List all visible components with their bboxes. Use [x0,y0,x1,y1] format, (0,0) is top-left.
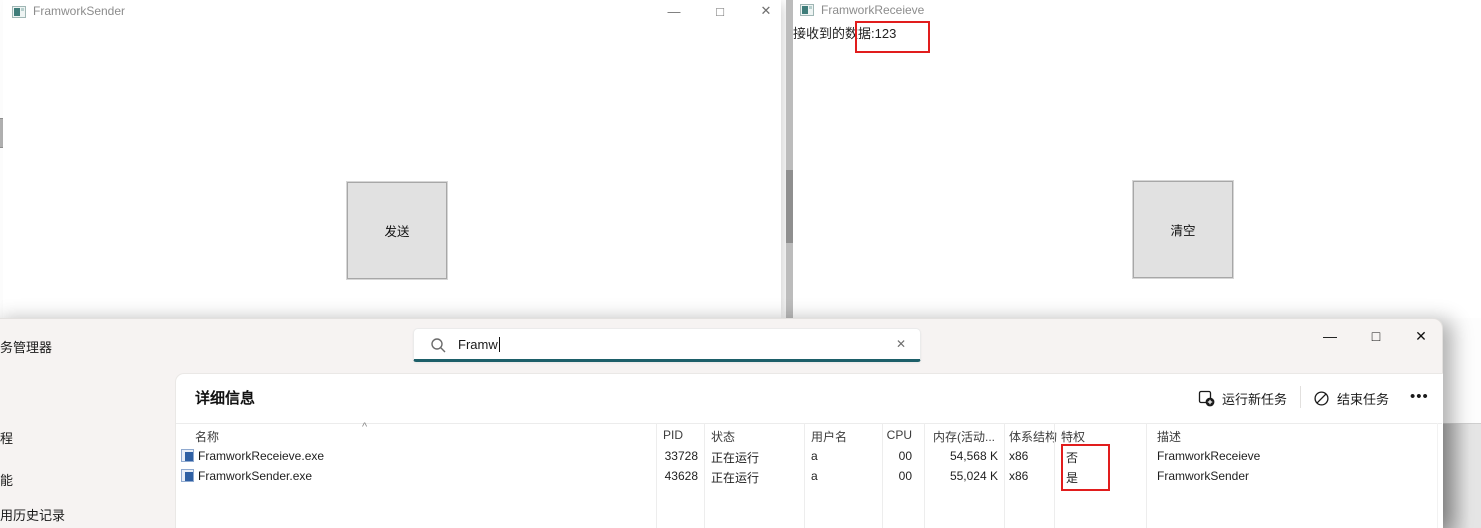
send-button[interactable]: 发送 [347,182,447,279]
cell-memory: 55,024 K [918,469,998,483]
cell-architecture: x86 [1009,449,1028,463]
search-input-value: Framw [458,337,498,352]
column-header-privilege[interactable]: 特权 [1061,428,1085,445]
taskmgr-minimize-button[interactable]: — [1317,324,1343,348]
window-edge-scrollbar[interactable] [786,0,793,318]
column-header-cpu[interactable]: CPU [872,428,912,442]
table-row[interactable]: FramworkSender.exe 43628 正在运行 a 00 55,02… [176,467,1437,487]
sender-window-title: FramworkSender [33,4,125,18]
column-header-user[interactable]: 用户名 [811,428,847,445]
table-row[interactable]: FramworkReceieve.exe 33728 正在运行 a 00 54,… [176,447,1437,467]
search-icon [430,337,447,354]
run-new-task-button[interactable]: 运行新任务 [1198,389,1287,408]
column-header-architecture[interactable]: 体系结构 [1009,428,1057,445]
end-task-icon [1313,390,1330,407]
sender-minimize-button[interactable]: — [663,1,685,21]
cell-memory: 54,568 K [918,449,998,463]
table-header-row: 名称 PID 状态 用户名 CPU 内存(活动... 体系结构 特权 描述 [176,424,1437,444]
receiver-window: FramworkReceieve 接收到的数据:123 清空 [793,0,1481,318]
text-caret [499,337,500,352]
column-header-pid[interactable]: PID [663,428,683,442]
receiver-app-icon [800,4,814,16]
background-window-shadow [1443,423,1481,528]
annotation-box-received-value [855,21,930,53]
cell-status: 正在运行 [711,449,759,466]
cell-pid: 33728 [650,449,698,463]
sender-close-button[interactable]: ✕ [755,1,777,21]
column-separator [1437,423,1438,528]
task-manager-search-box[interactable]: Framw ✕ [413,328,921,362]
cell-user: a [811,469,818,483]
sidebar-item-processes-partial[interactable]: 程 [0,428,13,447]
cell-description: FramworkReceieve [1157,449,1260,463]
annotation-box-privilege-column [1061,444,1110,491]
sender-maximize-button[interactable]: □ [709,1,731,21]
details-panel-title: 详细信息 [195,387,255,408]
search-clear-icon[interactable]: ✕ [896,337,906,351]
end-task-label: 结束任务 [1337,389,1389,408]
process-app-icon [181,469,194,482]
search-input[interactable]: Framw [458,337,500,352]
cell-architecture: x86 [1009,469,1028,483]
taskmgr-maximize-button[interactable]: □ [1363,324,1389,348]
task-manager-title-partial: 务管理器 [0,337,52,356]
column-header-status[interactable]: 状态 [711,428,735,445]
cell-cpu: 00 [872,449,912,463]
sidebar-item-performance-partial[interactable]: 能 [0,470,13,489]
screenshot-root: FramworkSender — □ ✕ 发送 FramworkReceieve… [0,0,1481,528]
toolbar-divider [1300,386,1301,408]
cell-status: 正在运行 [711,469,759,486]
cell-name: FramworkReceieve.exe [198,449,324,463]
more-options-button[interactable]: ••• [1410,388,1429,405]
run-new-task-label: 运行新任务 [1222,389,1287,408]
cell-name: FramworkSender.exe [198,469,312,483]
sidebar-item-app-history-partial[interactable]: 用历史记录 [0,505,65,524]
clear-button[interactable]: 清空 [1133,181,1233,278]
process-app-icon [181,449,194,462]
run-new-task-icon [1198,390,1215,407]
cell-cpu: 00 [872,469,912,483]
window-edge-scrollbar-thumb[interactable] [786,170,793,243]
end-task-button[interactable]: 结束任务 [1313,389,1389,408]
column-header-description[interactable]: 描述 [1157,428,1181,445]
column-header-name[interactable]: 名称 [195,428,219,445]
sender-app-icon [12,6,26,18]
sender-window: FramworkSender — □ ✕ 发送 [3,0,781,318]
taskmgr-close-button[interactable]: ✕ [1408,324,1434,348]
receiver-window-title: FramworkReceieve [821,3,924,17]
cell-description: FramworkSender [1157,469,1249,483]
cell-pid: 43628 [650,469,698,483]
cell-user: a [811,449,818,463]
column-header-memory[interactable]: 内存(活动... [933,428,995,445]
